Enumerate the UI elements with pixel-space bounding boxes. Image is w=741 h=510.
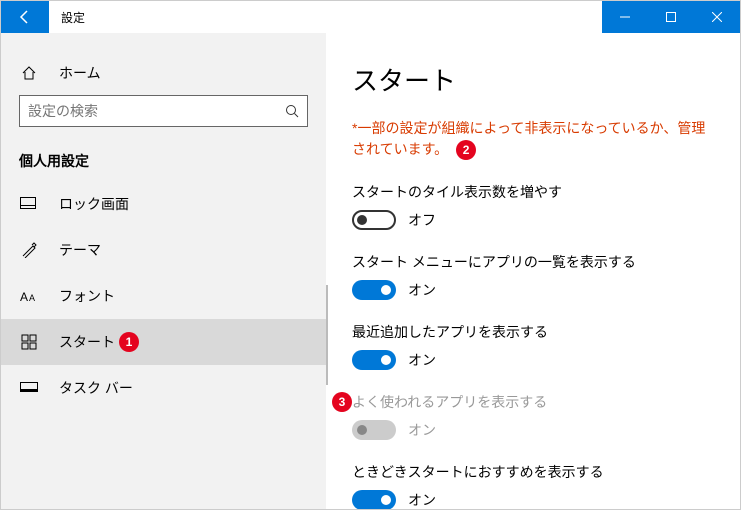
sidebar: ホーム 個人用設定 ロック画面 テーマ AA	[1, 33, 326, 509]
svg-text:A: A	[29, 293, 35, 303]
policy-warning: *一部の設定が組織によって非表示になっているか、管理されています。 2	[352, 118, 714, 160]
minimize-button[interactable]	[602, 1, 648, 33]
setting-most-used: 3 よく使われるアプリを表示する オン	[352, 392, 714, 440]
sidebar-item-taskbar[interactable]: タスク バー	[1, 365, 326, 411]
toggle-app-list[interactable]	[352, 280, 396, 300]
scroll-indicator[interactable]	[326, 285, 328, 385]
content-panel: スタート *一部の設定が組織によって非表示になっているか、管理されています。 2…	[326, 33, 740, 509]
annotation-badge-2: 2	[456, 140, 476, 160]
sidebar-item-label: スタート	[59, 332, 115, 352]
themes-icon	[19, 242, 39, 258]
setting-label: ときどきスタートにおすすめを表示する	[352, 462, 714, 482]
sidebar-item-start[interactable]: スタート 1	[1, 319, 326, 365]
start-icon	[19, 334, 39, 350]
home-label: ホーム	[59, 63, 101, 83]
sidebar-item-lockscreen[interactable]: ロック画面	[1, 181, 326, 227]
sidebar-section-header: 個人用設定	[1, 129, 326, 181]
search-box[interactable]	[19, 95, 308, 127]
sidebar-item-label: ロック画面	[59, 194, 129, 214]
toggle-state: オン	[408, 350, 436, 370]
search-container	[1, 95, 326, 129]
maximize-button[interactable]	[648, 1, 694, 33]
setting-app-list: スタート メニューにアプリの一覧を表示する オン	[352, 252, 714, 300]
back-button[interactable]	[1, 1, 49, 33]
window-title: 設定	[49, 1, 602, 33]
titlebar: 設定	[1, 1, 740, 33]
home-nav[interactable]: ホーム	[1, 51, 326, 95]
search-icon	[285, 104, 299, 118]
lockscreen-icon	[19, 197, 39, 211]
main-area: ホーム 個人用設定 ロック画面 テーマ AA	[1, 33, 740, 509]
close-button[interactable]	[694, 1, 740, 33]
page-heading: スタート	[352, 61, 714, 98]
setting-label: 3 よく使われるアプリを表示する	[352, 392, 714, 412]
fonts-icon: AA	[19, 289, 39, 303]
toggle-suggestions[interactable]	[352, 490, 396, 509]
annotation-badge-3: 3	[332, 392, 352, 412]
toggle-state: オフ	[408, 210, 436, 230]
toggle-most-used	[352, 420, 396, 440]
setting-suggestions: ときどきスタートにおすすめを表示する オン	[352, 462, 714, 509]
setting-recently-added: 最近追加したアプリを表示する オン	[352, 322, 714, 370]
sidebar-item-label: テーマ	[59, 240, 101, 260]
home-icon	[19, 65, 39, 81]
svg-text:A: A	[20, 290, 28, 303]
taskbar-icon	[19, 382, 39, 394]
toggle-state: オン	[408, 280, 436, 300]
sidebar-item-label: フォント	[59, 286, 115, 306]
setting-label: スタート メニューにアプリの一覧を表示する	[352, 252, 714, 272]
sidebar-item-label: タスク バー	[59, 378, 133, 398]
setting-label: スタートのタイル表示数を増やす	[352, 182, 714, 202]
toggle-recently-added[interactable]	[352, 350, 396, 370]
toggle-state: オン	[408, 490, 436, 509]
toggle-state: オン	[408, 420, 436, 440]
toggle-more-tiles[interactable]	[352, 210, 396, 230]
window-controls	[602, 1, 740, 33]
annotation-badge-1: 1	[119, 332, 139, 352]
setting-label: 最近追加したアプリを表示する	[352, 322, 714, 342]
search-input[interactable]	[28, 103, 285, 119]
sidebar-item-themes[interactable]: テーマ	[1, 227, 326, 273]
sidebar-item-fonts[interactable]: AA フォント	[1, 273, 326, 319]
setting-more-tiles: スタートのタイル表示数を増やす オフ	[352, 182, 714, 230]
